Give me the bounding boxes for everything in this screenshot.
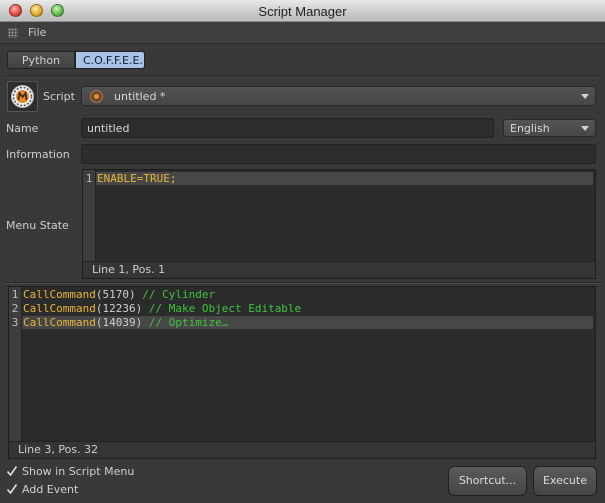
script-manager-window: Script Manager File Python C.O.F.F.E.E. … (0, 0, 605, 503)
code-function: CallCommand (23, 316, 96, 329)
code-function: CallCommand (23, 288, 96, 301)
language-tabs: Python C.O.F.F.E.E. (7, 51, 145, 69)
language-select-value: English (510, 122, 550, 135)
show-in-menu-label[interactable]: Show in Script Menu (22, 465, 134, 478)
code-line: CallCommand(12236) // Make Object Editab… (23, 302, 301, 315)
information-field[interactable] (81, 144, 596, 164)
title-bar: Script Manager (0, 0, 605, 22)
name-field-value: untitled (87, 122, 130, 135)
line-number: 2 (11, 302, 19, 315)
coffee-script-icon (11, 85, 34, 108)
menu-bar: File (0, 22, 605, 44)
line-number: 3 (11, 316, 19, 329)
name-label: Name (6, 122, 39, 135)
tab-coffee[interactable]: C.O.F.F.E.E. (75, 51, 145, 69)
menu-state-status: Line 1, Pos. 1 (83, 261, 595, 278)
cursor-position: Line 1, Pos. 1 (92, 263, 166, 276)
code-comment: // Cylinder (142, 288, 216, 301)
grip-icon[interactable] (8, 28, 18, 38)
menu-state-label: Menu State (6, 219, 69, 232)
name-field[interactable]: untitled (81, 118, 494, 138)
information-label: Information (6, 148, 70, 161)
add-event-label[interactable]: Add Event (22, 483, 78, 496)
menu-state-editor[interactable]: 1 ENABLE=TRUE; Line 1, Pos. 1 (82, 169, 596, 279)
code-line: CallCommand(14039) // Optimize… (23, 316, 228, 329)
script-select[interactable]: untitled * (81, 86, 596, 106)
window-title: Script Manager (258, 4, 347, 19)
add-event-checkbox[interactable] (6, 483, 18, 495)
execute-button[interactable]: Execute (533, 466, 597, 496)
code-line: ENABLE=TRUE; (97, 172, 177, 185)
code-comment: // Make Object Editable (148, 302, 302, 315)
script-select-value: untitled * (114, 90, 166, 103)
divider (4, 76, 601, 77)
code-line: CallCommand(5170) // Cylinder (23, 288, 215, 301)
divider (4, 282, 601, 283)
script-label: Script (43, 90, 75, 103)
cursor-position: Line 3, Pos. 32 (18, 443, 99, 456)
checkmark-icon (6, 484, 18, 495)
code-argument: 5170 (102, 288, 129, 301)
checkmark-icon (6, 466, 18, 477)
code-argument: 14039 (102, 316, 136, 329)
code-argument: 12236 (102, 302, 136, 315)
menu-file[interactable]: File (28, 26, 46, 39)
line-number: 1 (11, 288, 19, 301)
shortcut-button[interactable]: Shortcut... (448, 466, 527, 496)
chevron-down-icon (581, 126, 589, 131)
code-paren: ) (135, 316, 143, 329)
script-icon-button[interactable] (7, 81, 38, 112)
code-editor-status: Line 3, Pos. 32 (9, 441, 595, 458)
code-editor[interactable]: 1 CallCommand(5170) // Cylinder 2 CallCo… (8, 286, 596, 459)
chevron-down-icon (581, 94, 589, 99)
code-function: CallCommand (23, 302, 96, 315)
show-in-menu-checkbox[interactable] (6, 465, 18, 477)
tab-python[interactable]: Python (7, 51, 75, 69)
code-paren: ) (135, 302, 143, 315)
code-paren: ) (128, 288, 136, 301)
script-file-icon (90, 90, 103, 103)
code-comment: // Optimize… (148, 316, 229, 329)
language-select[interactable]: English (503, 119, 596, 137)
line-number: 1 (85, 172, 93, 185)
